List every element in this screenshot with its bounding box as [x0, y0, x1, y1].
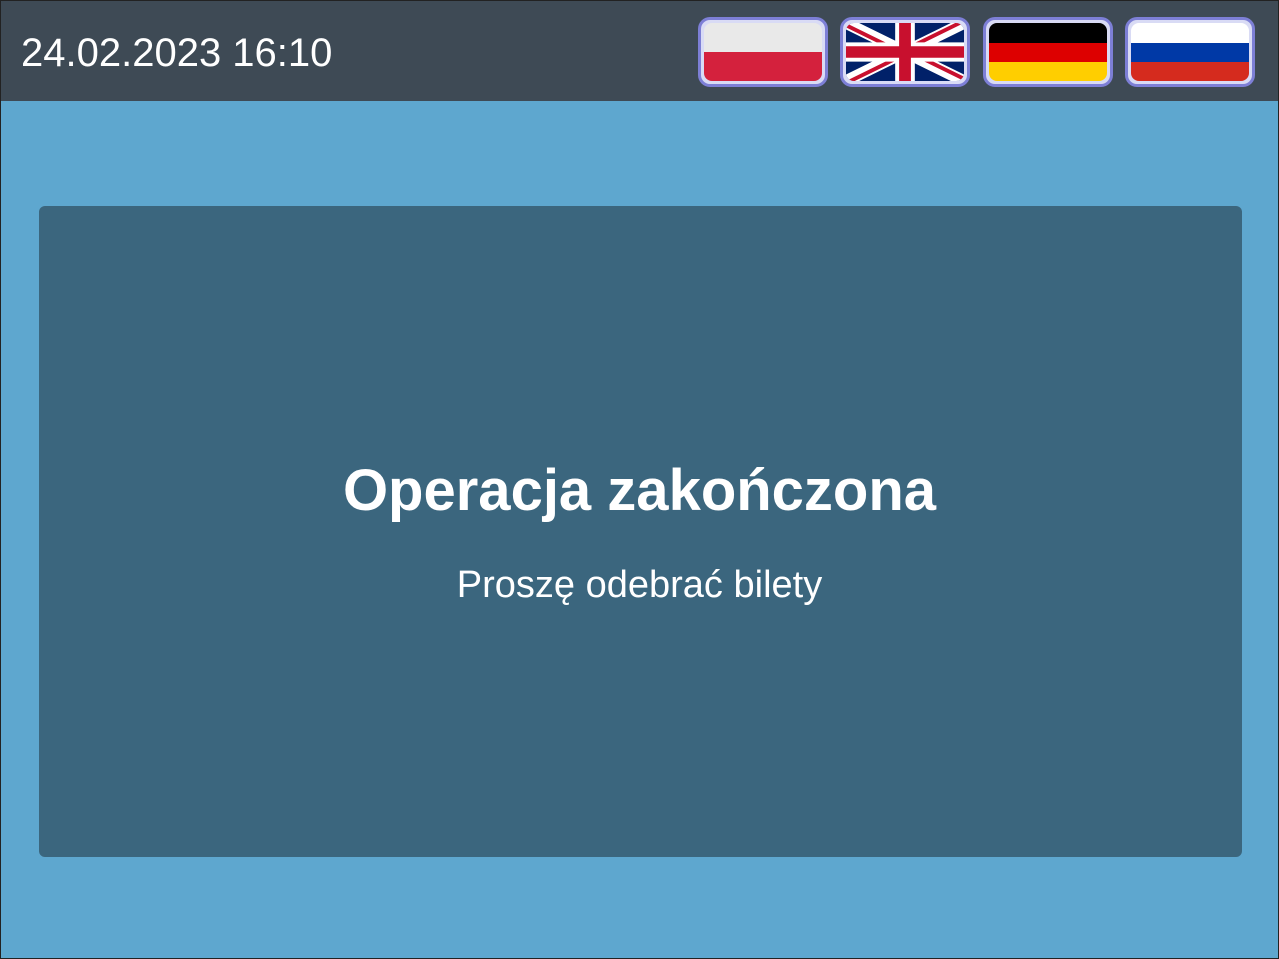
- language-button-german[interactable]: [983, 17, 1113, 87]
- datetime-display: 24.02.2023 16:10: [21, 31, 333, 75]
- uk-flag-icon: [846, 23, 964, 81]
- top-bar: 24.02.2023 16:10: [0, 0, 1279, 101]
- germany-flag-icon: [989, 23, 1107, 81]
- language-button-english[interactable]: [840, 17, 970, 87]
- operation-complete-title: Operacja zakończona: [342, 458, 937, 523]
- language-button-polish[interactable]: [698, 17, 828, 87]
- message-panel: [39, 206, 1242, 857]
- collect-tickets-message: Proszę odebrać bilety: [456, 564, 823, 606]
- russia-flag-icon: [1131, 23, 1249, 81]
- poland-flag-icon: [704, 23, 822, 81]
- language-button-russian[interactable]: [1125, 17, 1255, 87]
